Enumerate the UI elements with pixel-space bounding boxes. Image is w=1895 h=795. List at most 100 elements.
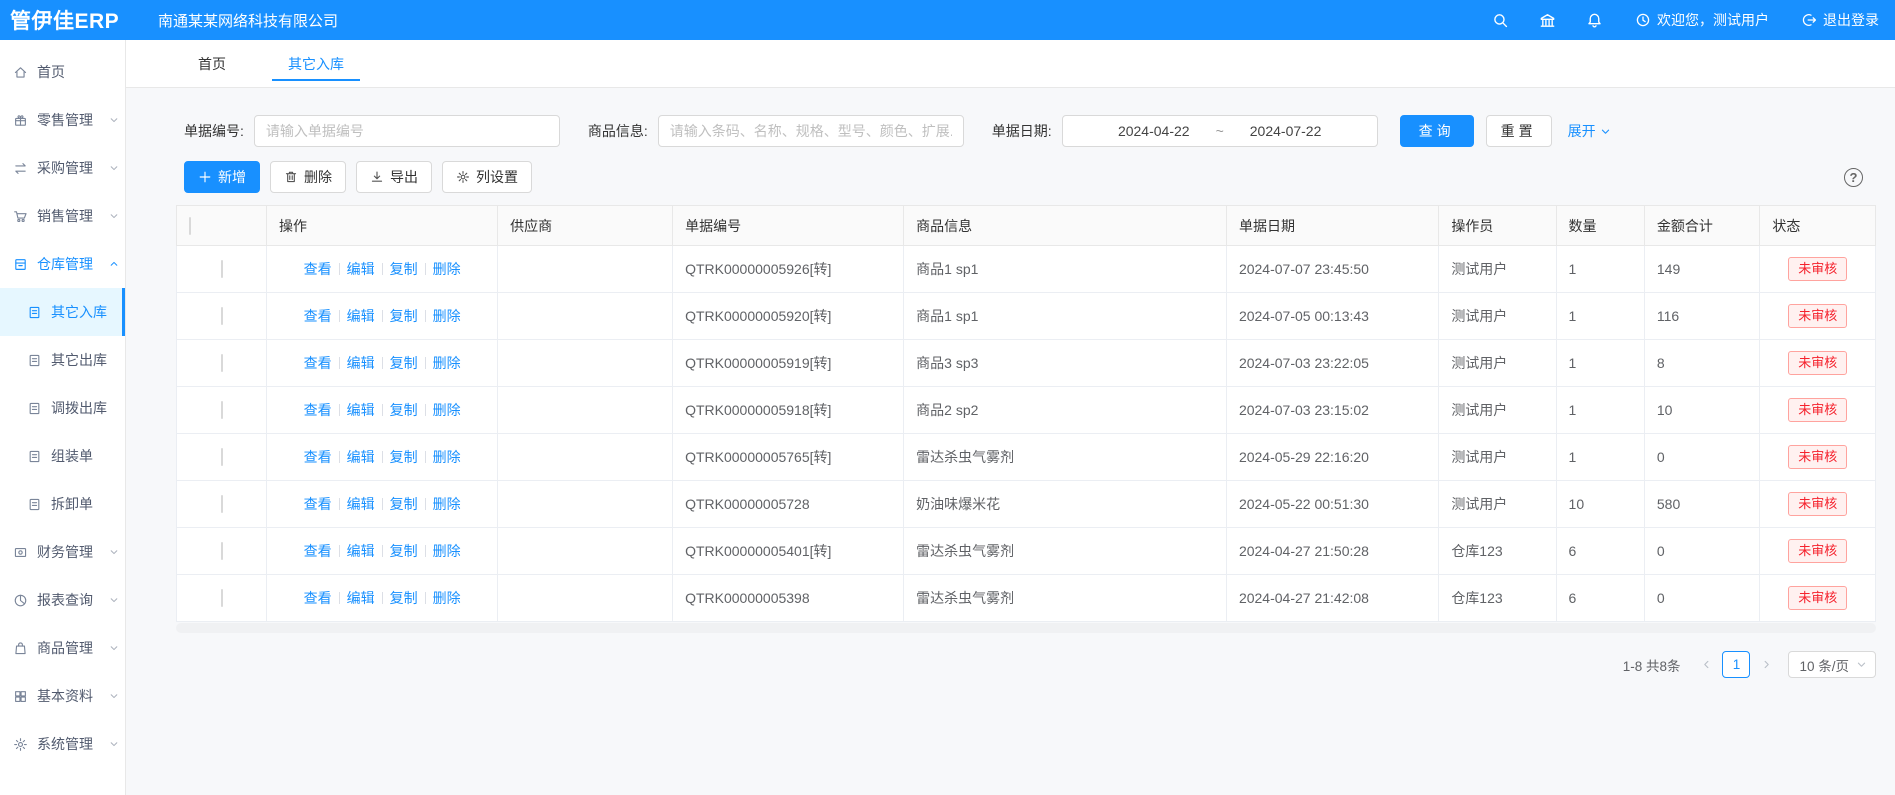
export-button[interactable]: 导出 xyxy=(356,161,432,193)
sidebar-item-retail[interactable]: 零售管理 xyxy=(0,96,125,144)
delete-link[interactable]: 删除 xyxy=(433,590,461,606)
expand-link[interactable]: 展开 xyxy=(1568,121,1611,141)
next-page-button[interactable] xyxy=(1754,652,1778,678)
delete-link[interactable]: 删除 xyxy=(433,355,461,371)
sidebar-item-products[interactable]: 商品管理 xyxy=(0,624,125,672)
chevron-down-icon xyxy=(109,112,119,128)
edit-link[interactable]: 编辑 xyxy=(347,355,375,371)
bell-icon[interactable] xyxy=(1586,12,1603,29)
row-checkbox[interactable] xyxy=(221,589,223,607)
search-button[interactable]: 查询 xyxy=(1400,115,1474,147)
table-row: 查看编辑复制删除 QTRK00000005920[转] 商品1 sp1 2024… xyxy=(177,293,1876,340)
view-link[interactable]: 查看 xyxy=(304,355,332,371)
product-cell: 雷达杀虫气雾剂 xyxy=(904,528,1227,575)
sidebar-item-disassembly[interactable]: 拆卸单 xyxy=(0,480,125,528)
top-header-bar: 管伊佳ERP 南通某某网络科技有限公司 欢迎您，测试用户 退出登录 xyxy=(0,0,1895,40)
logout-button[interactable]: 退出登录 xyxy=(1801,10,1879,30)
sidebar-item-transfer-outbound[interactable]: 调拨出库 xyxy=(0,384,125,432)
qty-cell: 1 xyxy=(1556,246,1644,293)
delete-link[interactable]: 删除 xyxy=(433,308,461,324)
order-no-input[interactable] xyxy=(254,115,560,147)
view-link[interactable]: 查看 xyxy=(304,449,332,465)
order-no-cell: QTRK00000005398 xyxy=(673,575,904,622)
delete-link[interactable]: 删除 xyxy=(433,543,461,559)
edit-link[interactable]: 编辑 xyxy=(347,496,375,512)
help-icon[interactable]: ? xyxy=(1844,168,1863,187)
delete-button[interactable]: 删除 xyxy=(270,161,346,193)
view-link[interactable]: 查看 xyxy=(304,543,332,559)
delete-link[interactable]: 删除 xyxy=(433,449,461,465)
edit-link[interactable]: 编辑 xyxy=(347,449,375,465)
copy-link[interactable]: 复制 xyxy=(390,402,418,418)
view-link[interactable]: 查看 xyxy=(304,261,332,277)
col-amount: 金额合计 xyxy=(1644,206,1760,246)
order-no-cell: QTRK00000005920[转] xyxy=(673,293,904,340)
supplier-cell xyxy=(498,387,673,434)
row-checkbox[interactable] xyxy=(221,260,223,278)
sidebar-item-sales[interactable]: 销售管理 xyxy=(0,192,125,240)
clock-icon xyxy=(1635,12,1651,28)
status-badge: 未审核 xyxy=(1788,304,1847,329)
operator-cell: 仓库123 xyxy=(1439,528,1556,575)
row-checkbox[interactable] xyxy=(221,401,223,419)
column-settings-button[interactable]: 列设置 xyxy=(442,161,532,193)
qty-cell: 1 xyxy=(1556,340,1644,387)
view-link[interactable]: 查看 xyxy=(304,402,332,418)
prev-page-button[interactable] xyxy=(1694,652,1718,678)
product-info-input[interactable] xyxy=(658,115,964,147)
edit-link[interactable]: 编辑 xyxy=(347,543,375,559)
page-number-1[interactable]: 1 xyxy=(1722,651,1750,678)
tab-bar: 首页 其它入库 xyxy=(126,40,1895,88)
amount-cell: 580 xyxy=(1644,481,1760,528)
search-icon[interactable] xyxy=(1492,12,1509,29)
sidebar-item-other-inbound[interactable]: 其它入库 xyxy=(0,288,125,336)
edit-link[interactable]: 编辑 xyxy=(347,261,375,277)
tab-home[interactable]: 首页 xyxy=(196,40,228,87)
delete-link[interactable]: 删除 xyxy=(433,402,461,418)
edit-link[interactable]: 编辑 xyxy=(347,402,375,418)
date-cell: 2024-07-07 23:45:50 xyxy=(1226,246,1438,293)
chevron-down-icon xyxy=(109,736,119,752)
select-all-checkbox[interactable] xyxy=(189,217,191,235)
copy-link[interactable]: 复制 xyxy=(390,496,418,512)
sidebar-item-system[interactable]: 系统管理 xyxy=(0,720,125,768)
edit-link[interactable]: 编辑 xyxy=(347,590,375,606)
row-checkbox[interactable] xyxy=(221,354,223,372)
sidebar-item-purchase[interactable]: 采购管理 xyxy=(0,144,125,192)
sidebar-item-warehouse[interactable]: 仓库管理 xyxy=(0,240,125,288)
view-link[interactable]: 查看 xyxy=(304,496,332,512)
delete-link[interactable]: 删除 xyxy=(433,261,461,277)
welcome-user[interactable]: 欢迎您，测试用户 xyxy=(1635,10,1769,30)
row-checkbox[interactable] xyxy=(221,495,223,513)
copy-link[interactable]: 复制 xyxy=(390,308,418,324)
row-checkbox[interactable] xyxy=(221,448,223,466)
reset-button[interactable]: 重置 xyxy=(1486,115,1552,147)
sidebar-item-assembly[interactable]: 组装单 xyxy=(0,432,125,480)
view-link[interactable]: 查看 xyxy=(304,590,332,606)
add-button[interactable]: 新增 xyxy=(184,161,260,193)
sidebar-item-other-outbound[interactable]: 其它出库 xyxy=(0,336,125,384)
horizontal-scrollbar[interactable] xyxy=(176,623,1876,633)
operator-cell: 测试用户 xyxy=(1439,293,1556,340)
date-end-value: 2024-07-22 xyxy=(1250,123,1322,139)
row-checkbox[interactable] xyxy=(221,307,223,325)
sidebar-item-basic-data[interactable]: 基本资料 xyxy=(0,672,125,720)
view-link[interactable]: 查看 xyxy=(304,308,332,324)
sidebar-item-reports[interactable]: 报表查询 xyxy=(0,576,125,624)
row-checkbox[interactable] xyxy=(221,542,223,560)
edit-link[interactable]: 编辑 xyxy=(347,308,375,324)
tab-other-inbound[interactable]: 其它入库 xyxy=(286,40,346,87)
warehouse-icon xyxy=(13,257,28,272)
copy-link[interactable]: 复制 xyxy=(390,449,418,465)
sidebar-item-finance[interactable]: 财务管理 xyxy=(0,528,125,576)
bank-icon[interactable] xyxy=(1539,12,1556,29)
copy-link[interactable]: 复制 xyxy=(390,543,418,559)
page-size-select[interactable]: 10 条/页 xyxy=(1788,651,1876,678)
date-range-picker[interactable]: 2024-04-22 ~ 2024-07-22 xyxy=(1062,115,1378,147)
supplier-cell xyxy=(498,434,673,481)
sidebar-item-home[interactable]: 首页 xyxy=(0,48,125,96)
copy-link[interactable]: 复制 xyxy=(390,590,418,606)
delete-link[interactable]: 删除 xyxy=(433,496,461,512)
copy-link[interactable]: 复制 xyxy=(390,355,418,371)
copy-link[interactable]: 复制 xyxy=(390,261,418,277)
